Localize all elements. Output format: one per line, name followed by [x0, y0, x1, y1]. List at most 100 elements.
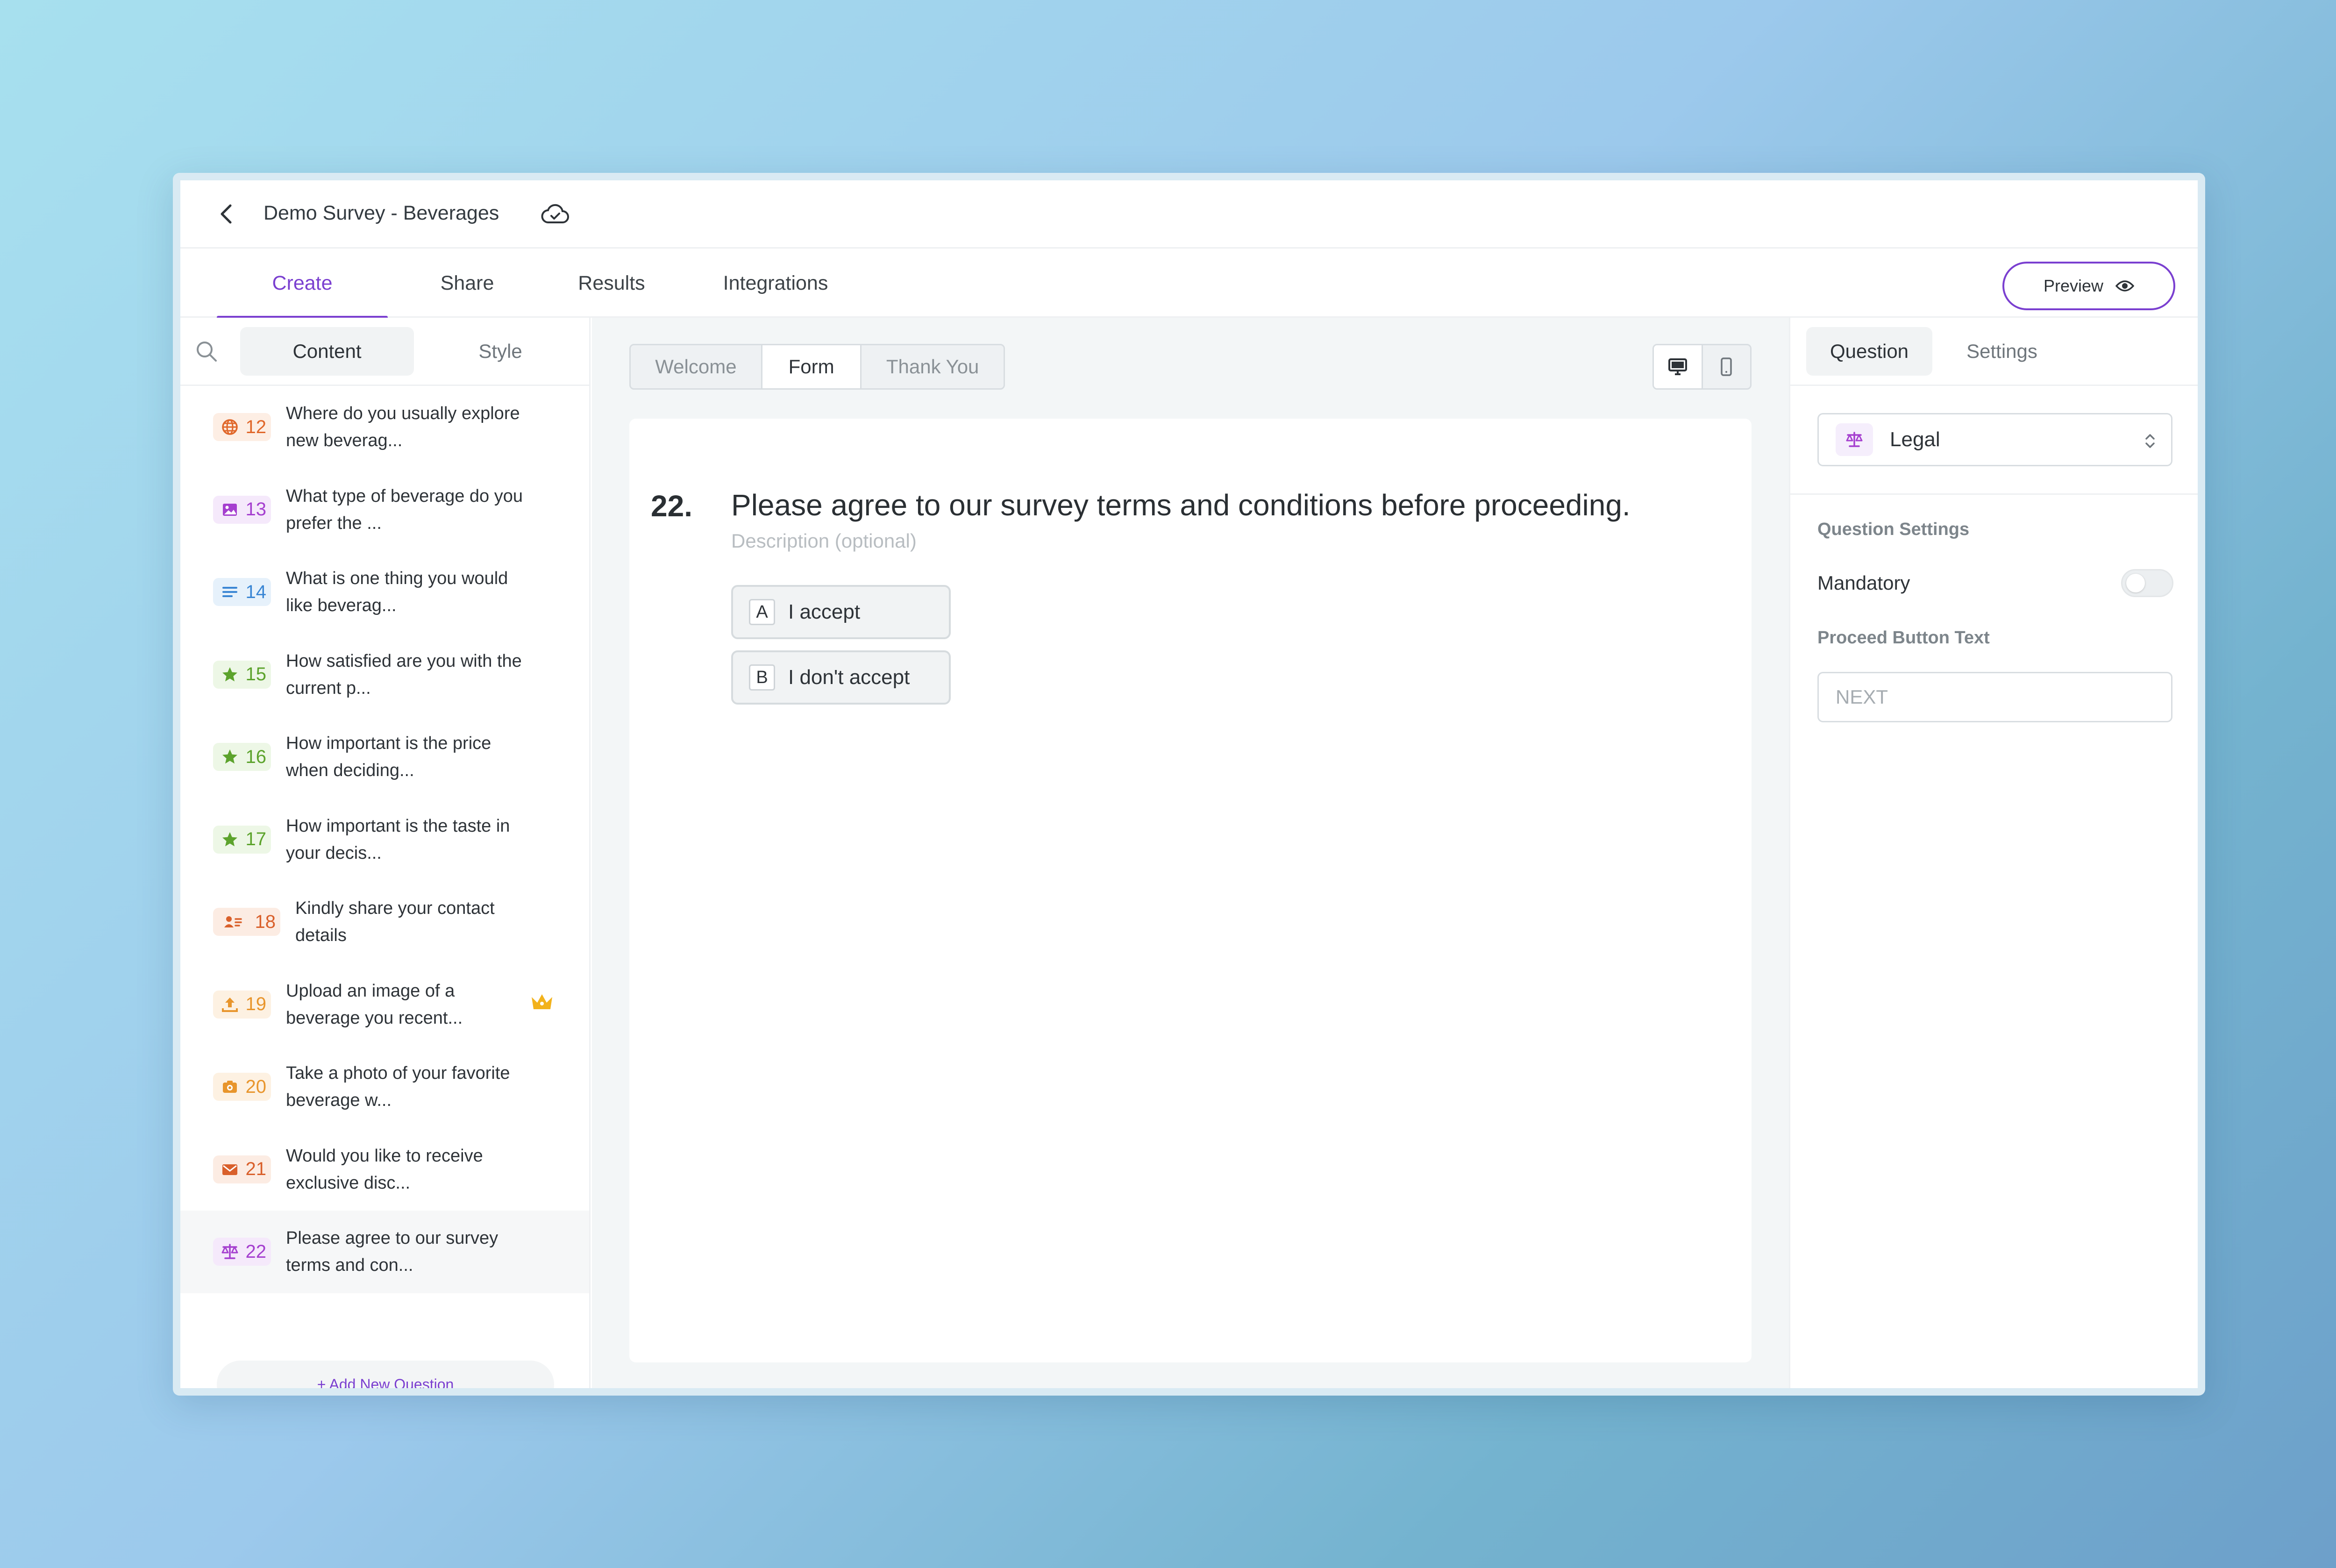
question-list: 12 Where do you usually explore new beve… [180, 386, 589, 1293]
search-icon[interactable] [193, 338, 220, 364]
question-title[interactable]: Please agree to our survey terms and con… [731, 488, 1631, 522]
question-item-19[interactable]: 19 Upload an image of a beverage you rec… [180, 963, 589, 1046]
desktop-view-button[interactable] [1654, 345, 1703, 388]
envelope-icon [222, 1164, 237, 1175]
question-badge: 14 [213, 578, 271, 606]
image-icon [223, 503, 237, 516]
question-item-21[interactable]: 21 Would you like to receive exclusive d… [180, 1128, 589, 1211]
question-settings-label: Question Settings [1817, 520, 1970, 539]
question-badge: 22 [213, 1238, 271, 1266]
step-welcome[interactable]: Welcome [631, 345, 762, 388]
question-badge: 13 [213, 495, 271, 524]
desktop-icon [1668, 358, 1687, 375]
star-icon [222, 832, 237, 847]
tab-question[interactable]: Question [1806, 327, 1932, 376]
question-badge: 21 [213, 1155, 271, 1183]
mandatory-toggle[interactable] [2121, 569, 2173, 597]
question-number: 22. [651, 489, 692, 523]
question-badge: 18 [213, 908, 280, 936]
option-accept[interactable]: A I accept [731, 585, 951, 639]
proceed-button-text-label: Proceed Button Text [1817, 628, 1990, 648]
question-item-text: Would you like to receive exclusive disc… [286, 1146, 483, 1193]
tab-content[interactable]: Content [240, 327, 414, 376]
question-item-20[interactable]: 20 Take a photo of your favorite beverag… [180, 1046, 589, 1128]
question-item-17[interactable]: 17 How important is the taste in your de… [180, 798, 589, 881]
question-badge: 16 [213, 743, 271, 771]
left-panel-tabs: Content Style [180, 318, 589, 386]
step-form[interactable]: Form [762, 345, 862, 388]
question-item-14[interactable]: 14 What is one thing you would like beve… [180, 551, 589, 634]
question-item-text: What type of beverage do you prefer the … [286, 486, 523, 533]
divider [1790, 493, 2198, 495]
question-item-12[interactable]: 12 Where do you usually explore new beve… [180, 386, 589, 469]
contact-card-icon [224, 916, 242, 928]
question-item-22[interactable]: 22 Please agree to our survey terms and … [180, 1211, 589, 1293]
form-editor: Welcome Form Thank You 22. Please agree … [592, 318, 1789, 1388]
chevron-up-down-icon [2145, 434, 2155, 448]
question-item-text: How important is the taste in your decis… [286, 816, 510, 863]
upload-icon [222, 997, 238, 1012]
option-decline[interactable]: B I don't accept [731, 650, 951, 705]
step-thank-you[interactable]: Thank You [862, 345, 1004, 388]
scales-icon [221, 1244, 238, 1259]
device-toggle [1652, 344, 1752, 390]
survey-title: Demo Survey - Beverages [264, 202, 499, 224]
mobile-icon [1721, 357, 1732, 376]
question-item-text: Please agree to our survey terms and con… [286, 1228, 499, 1276]
question-item-15[interactable]: 15 How satisfied are you with the curren… [180, 634, 589, 716]
question-item-text: How satisfied are you with the current p… [286, 651, 522, 698]
right-panel: Question Settings Legal Question Setting… [1789, 318, 2198, 1388]
crown-icon [530, 991, 554, 1012]
option-key: A [749, 599, 775, 625]
question-item-text: Kindly share your contact details [295, 898, 495, 946]
left-panel: Content Style 12 Where do you usually ex… [180, 318, 591, 1388]
tab-settings[interactable]: Settings [1939, 327, 2065, 376]
right-panel-tabs: Question Settings [1790, 318, 2198, 386]
mandatory-label: Mandatory [1817, 572, 1910, 594]
question-type-value: Legal [1890, 428, 1940, 451]
step-tabs: Welcome Form Thank You [629, 344, 1005, 390]
tab-create[interactable]: Create [217, 249, 388, 319]
back-button[interactable] [213, 201, 239, 227]
option-key: B [749, 664, 775, 691]
question-badge: 17 [213, 825, 271, 854]
text-lines-icon [222, 587, 237, 598]
star-icon [222, 749, 237, 764]
question-badge: 19 [213, 990, 271, 1019]
tab-integrations[interactable]: Integrations [686, 249, 865, 318]
question-badge: 12 [213, 413, 271, 442]
question-description[interactable]: Description (optional) [731, 530, 917, 552]
question-badge: 15 [213, 660, 271, 689]
mobile-view-button[interactable] [1703, 345, 1751, 388]
toggle-knob [2126, 574, 2145, 592]
tab-share[interactable]: Share [397, 249, 537, 318]
question-item-text: Where do you usually explore new beverag… [286, 404, 520, 451]
option-label: I accept [788, 600, 861, 623]
app-window: Demo Survey - Beverages Create Share Res… [173, 173, 2205, 1396]
question-type-select[interactable]: Legal [1817, 413, 2172, 466]
chevron-left-icon [221, 204, 232, 224]
star-icon [222, 667, 237, 682]
question-item-16[interactable]: 16 How important is the price when decid… [180, 716, 589, 798]
preview-button[interactable]: Preview [2002, 262, 2175, 310]
question-item-18[interactable]: 18 Kindly share your contact details [180, 881, 589, 963]
form-canvas: 22. Please agree to our survey terms and… [629, 419, 1752, 1362]
cloud-saved-icon [540, 201, 570, 227]
scales-icon [1836, 423, 1873, 456]
preview-label: Preview [2043, 276, 2104, 295]
question-item-text: What is one thing you would like beverag… [286, 569, 508, 616]
option-label: I don't accept [788, 666, 910, 689]
top-bar: Demo Survey - Beverages [180, 180, 2198, 249]
question-item-text: Upload an image of a beverage you recent… [286, 981, 463, 1028]
add-new-question-button[interactable]: + Add New Question [217, 1361, 554, 1388]
question-item-text: Take a photo of your favorite beverage w… [286, 1063, 510, 1111]
question-item-text: How important is the price when deciding… [286, 734, 491, 781]
globe-icon [222, 419, 238, 435]
question-item-13[interactable]: 13 What type of beverage do you prefer t… [180, 469, 589, 551]
camera-icon [223, 1081, 237, 1093]
tab-results[interactable]: Results [537, 249, 686, 318]
tab-style[interactable]: Style [423, 327, 577, 376]
question-badge: 20 [213, 1073, 271, 1101]
proceed-button-text-input[interactable] [1817, 672, 2172, 722]
main-tabs: Create Share Results Integrations Previe… [180, 249, 2198, 319]
